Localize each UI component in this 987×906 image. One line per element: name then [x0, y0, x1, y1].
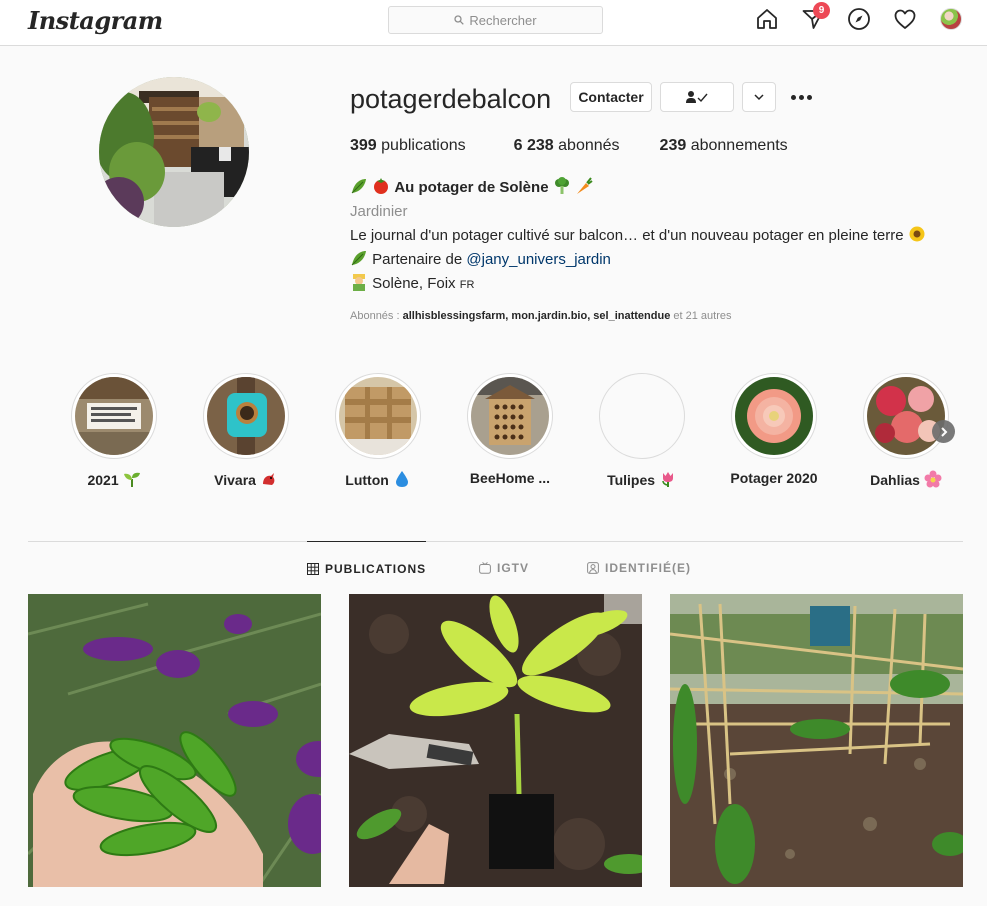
search-box[interactable]: Rechercher — [388, 6, 603, 34]
highlight-label: Potager 2020 — [730, 470, 818, 486]
followed-by-line[interactable]: Abonnés : allhisblessingsfarm, mon.jardi… — [350, 310, 731, 322]
bio-name-line: Au potager de Solène — [350, 176, 970, 200]
search-icon — [454, 15, 465, 25]
highlight-label: Vivara — [201, 470, 291, 488]
highlight-label: Lutton — [333, 470, 423, 488]
chevron-right-icon — [940, 426, 947, 437]
post-thumbnail[interactable] — [28, 594, 321, 887]
profile-menu[interactable] — [939, 7, 963, 31]
nav-icon-group: 9 — [755, 2, 963, 31]
following-count[interactable]: 239 abonnements — [660, 137, 788, 155]
profile-stats: 399 publications 6 238 abonnés 239 abonn… — [350, 137, 828, 155]
seedling-icon — [123, 472, 140, 487]
more-options-icon[interactable] — [790, 88, 812, 106]
herb-leaf-icon — [351, 179, 366, 194]
broccoli-icon — [554, 177, 569, 194]
profile-username: potagerdebalcon — [350, 84, 552, 114]
highlight-label: Dahlias — [861, 470, 951, 488]
tulip-icon — [662, 472, 673, 487]
highlight-potager-2020[interactable]: Potager 2020 — [729, 373, 819, 486]
bio-location-line: Solène, Foix FR — [350, 272, 970, 297]
home-icon[interactable] — [755, 7, 779, 31]
top-navigation-bar: Instagram Rechercher 9 — [0, 0, 987, 46]
water-drop-icon — [395, 471, 408, 487]
chevron-down-icon — [754, 94, 764, 101]
tab-publications[interactable]: PUBLICATIONS — [307, 541, 427, 595]
tomato-icon — [374, 178, 389, 194]
profile-bio: Au potager de Solène Jardinier Le journa… — [350, 176, 970, 297]
highlight-vivara[interactable]: Vivara — [201, 373, 291, 488]
sunflower-icon — [909, 226, 925, 242]
highlight-2021[interactable]: 2021 — [69, 373, 159, 488]
herb-leaf-icon — [351, 251, 366, 266]
instagram-logo[interactable]: Instagram — [28, 6, 163, 35]
activity-heart-icon[interactable] — [893, 7, 917, 31]
following-button[interactable] — [660, 82, 734, 112]
post-thumbnail[interactable] — [670, 594, 963, 887]
farmer-icon — [353, 274, 365, 291]
user-check-icon — [686, 91, 708, 103]
flower-icon — [924, 470, 942, 488]
bio-partner-line: Partenaire de @jany_univers_jardin — [350, 248, 970, 272]
search-placeholder: Rechercher — [469, 12, 537, 28]
highlight-label: BeeHome ... — [469, 470, 551, 486]
tab-igtv[interactable]: IGTV — [479, 541, 529, 595]
tab-tagged[interactable]: IDENTIFIÉ(E) — [587, 541, 691, 595]
profile-picture[interactable] — [99, 77, 249, 227]
highlight-beehome[interactable]: BeeHome ... — [465, 373, 555, 486]
highlight-lutton[interactable]: Lutton — [333, 373, 423, 488]
notification-badge: 9 — [813, 2, 830, 19]
tagged-user-icon — [587, 562, 599, 574]
bio-display-name: Au potager de Solène — [394, 179, 549, 196]
bio-category: Jardinier — [350, 203, 408, 220]
followers-count[interactable]: 6 238 abonnés — [514, 137, 620, 155]
story-highlights: 2021 Vivara Lutton BeeHome ... Tulipes P… — [0, 373, 987, 493]
partner-mention-link[interactable]: @jany_univers_jardin — [466, 251, 610, 268]
highlight-label: 2021 — [69, 470, 159, 488]
highlight-tulipes[interactable]: Tulipes — [597, 373, 687, 488]
contact-button[interactable]: Contacter — [570, 82, 652, 112]
post-thumbnail[interactable] — [349, 594, 642, 887]
carrot-icon — [576, 177, 593, 194]
grid-icon — [307, 562, 319, 575]
bird-icon — [262, 473, 275, 485]
igtv-icon — [479, 562, 491, 574]
suggested-accounts-button[interactable] — [742, 82, 776, 112]
user-avatar-icon — [940, 8, 962, 30]
highlight-label: Tulipes — [597, 470, 687, 488]
country-flag: FR — [459, 279, 475, 291]
bio-description-line: Le journal d'un potager cultivé sur balc… — [350, 224, 970, 248]
next-highlights-button[interactable] — [932, 420, 955, 443]
posts-count: 399 publications — [350, 137, 466, 154]
explore-compass-icon[interactable] — [847, 7, 871, 31]
direct-messages-icon[interactable]: 9 — [801, 2, 830, 31]
